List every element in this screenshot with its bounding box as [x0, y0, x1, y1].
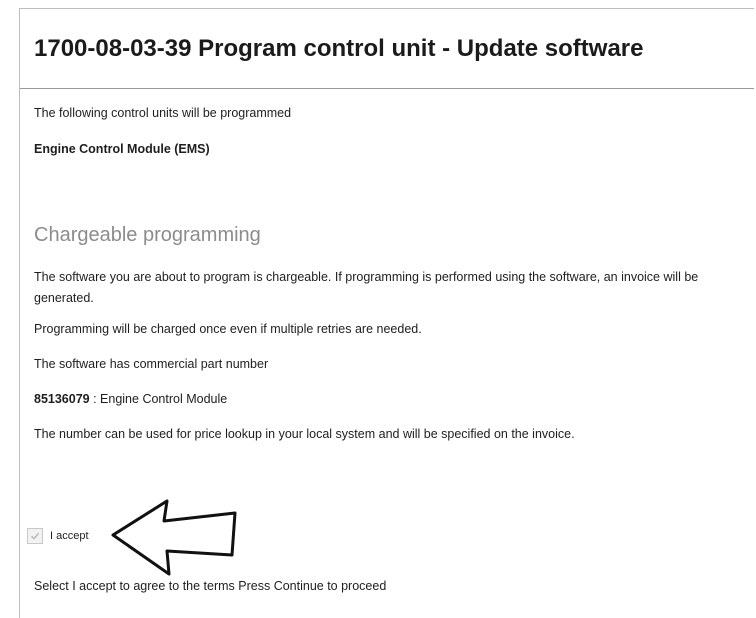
dialog-panel: 1700-08-03-39 Program control unit - Upd… [19, 8, 754, 618]
accept-label[interactable]: I accept [50, 530, 89, 542]
section-heading: Chargeable programming [34, 224, 261, 246]
instruction-text: Select I accept to agree to the terms Pr… [34, 579, 387, 593]
check-icon [30, 532, 40, 540]
page-title: 1700-08-03-39 Program control unit - Upd… [34, 35, 644, 62]
accept-checkbox[interactable] [27, 528, 43, 544]
part-intro-text: The software has commercial part number [34, 357, 269, 371]
retries-text: Programming will be charged once even if… [34, 322, 422, 336]
left-arrow-annotation [111, 499, 237, 576]
price-lookup-text: The number can be used for price lookup … [34, 427, 575, 441]
title-bar: 1700-08-03-39 Program control unit - Upd… [20, 9, 754, 89]
part-description: : Engine Control Module [89, 392, 228, 406]
part-number-line: 85136079 : Engine Control Module [34, 392, 227, 406]
chargeable-paragraph: The software you are about to program is… [34, 270, 699, 305]
intro-text: The following control units will be prog… [34, 106, 292, 120]
control-unit-name: Engine Control Module (EMS) [34, 142, 210, 156]
part-number: 85136079 [34, 392, 90, 406]
